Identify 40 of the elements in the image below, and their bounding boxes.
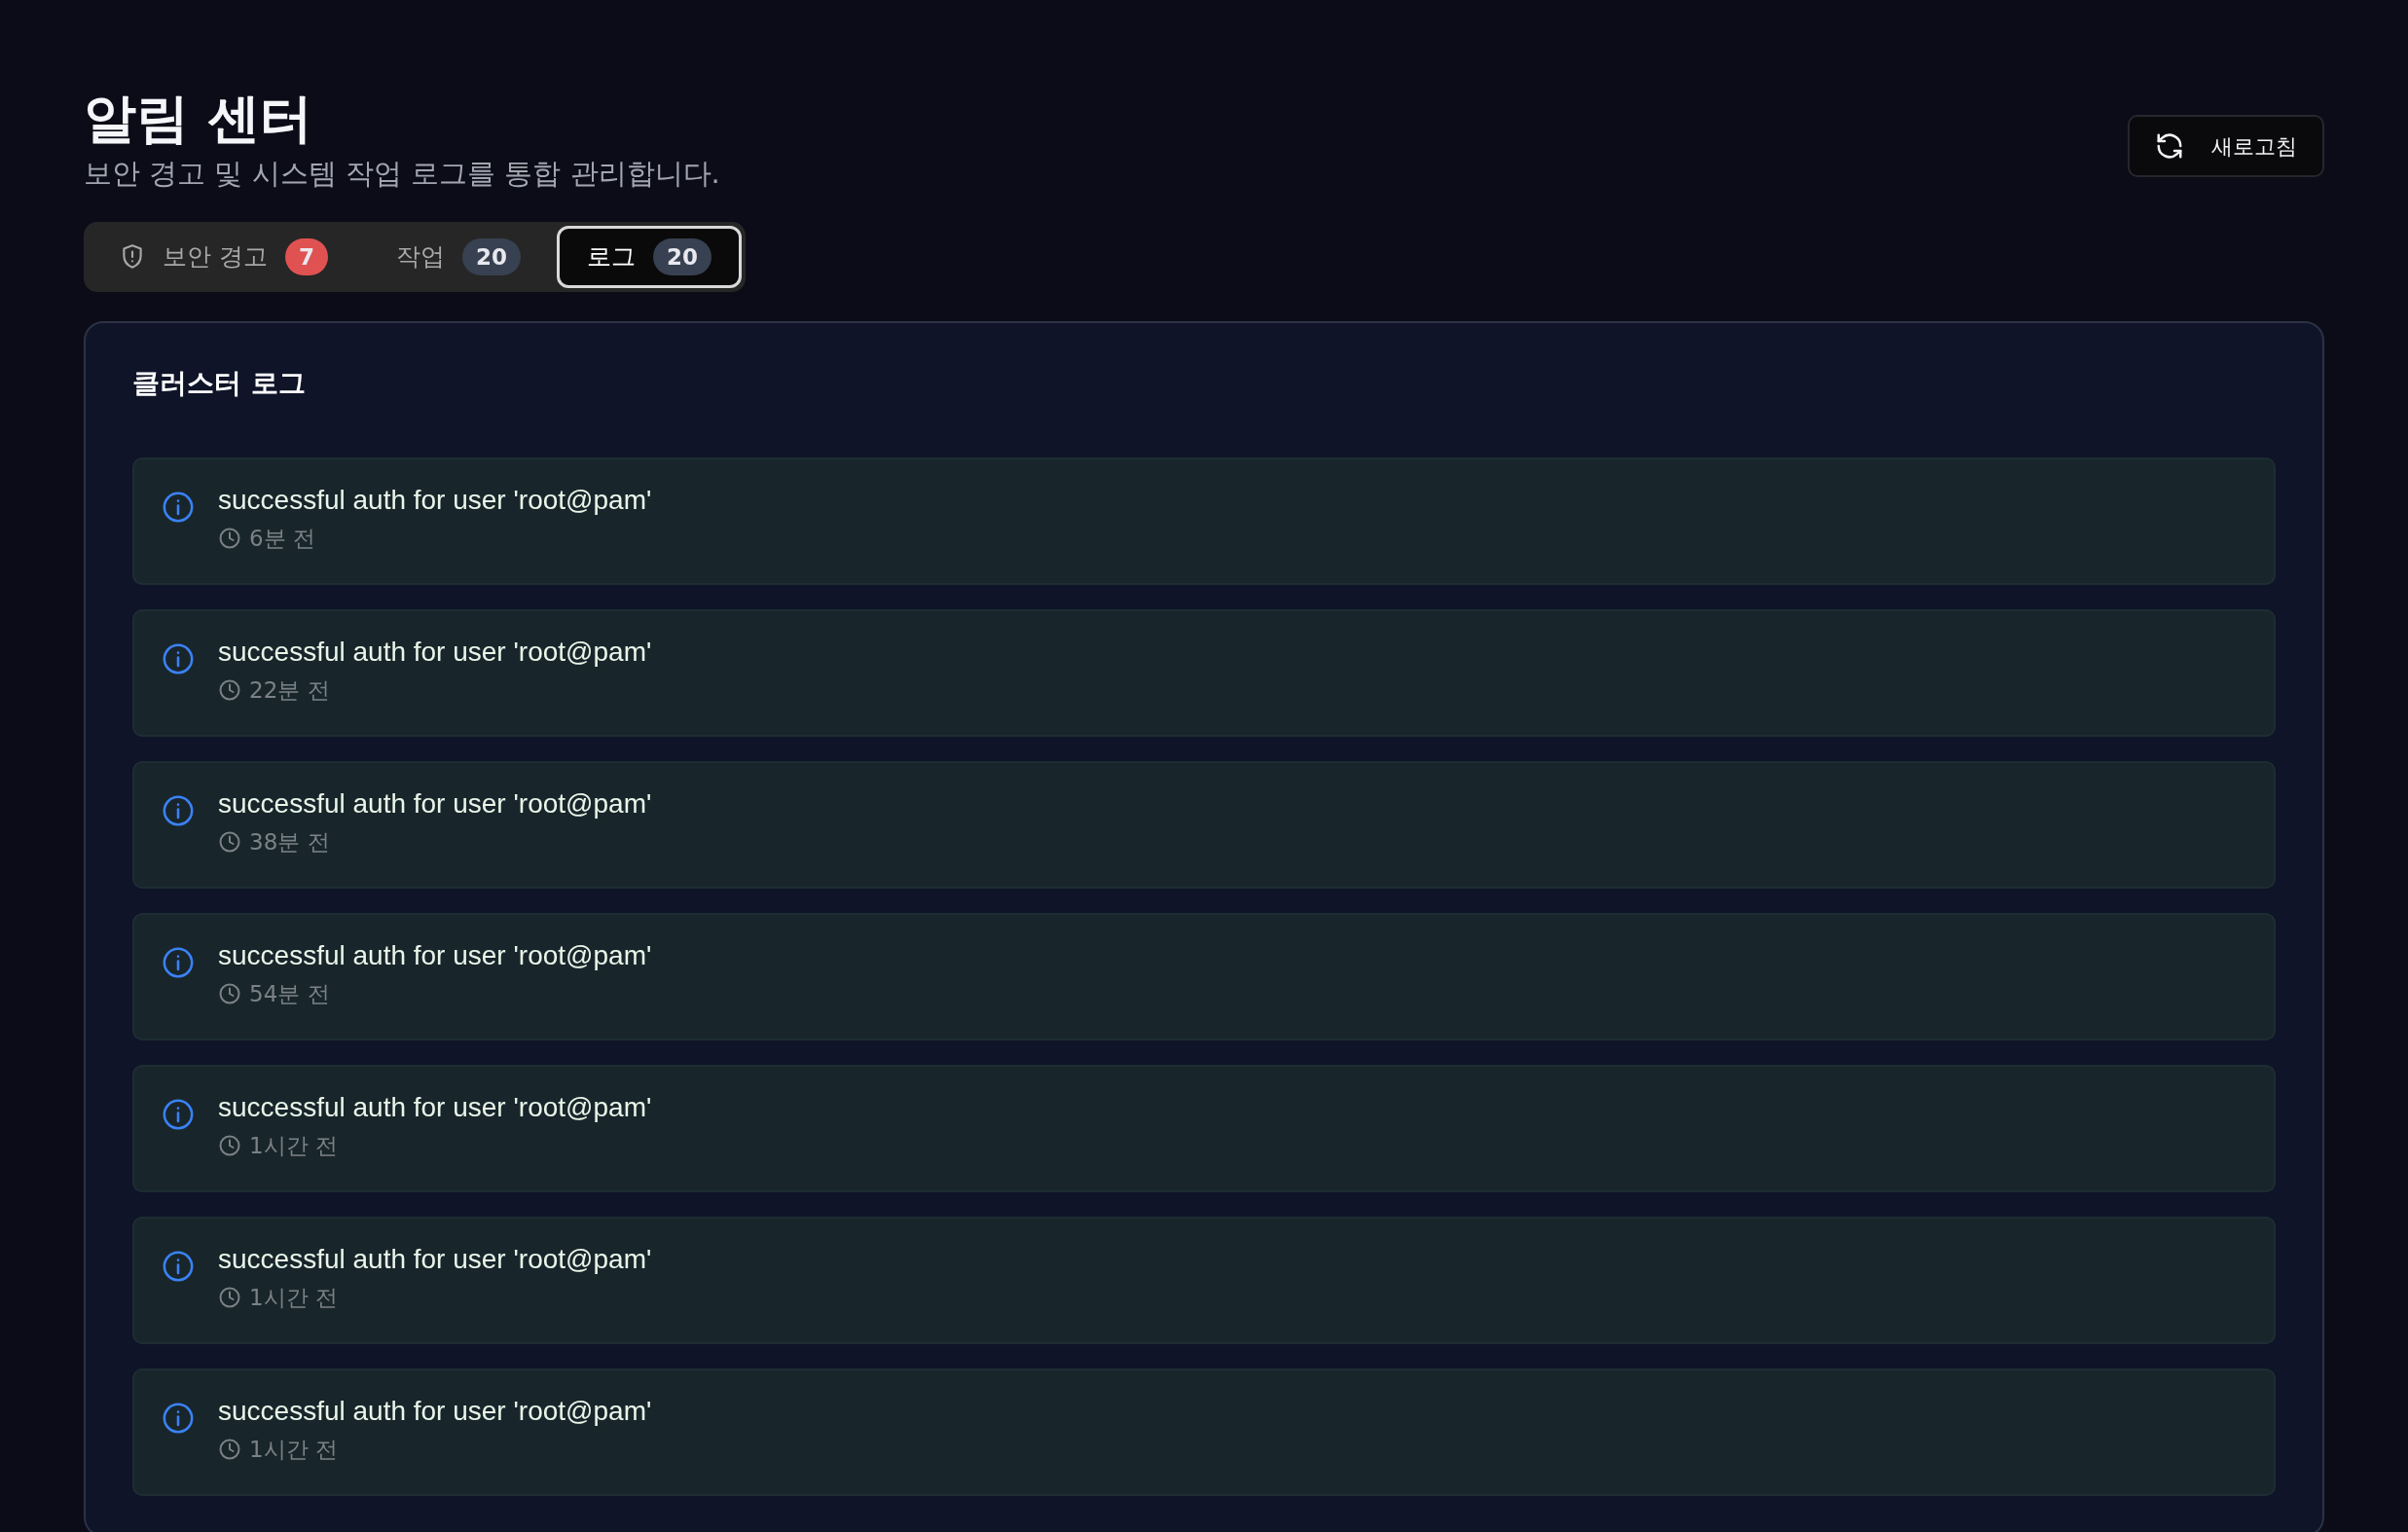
tab[interactable]: 보안 경고 7: [88, 226, 360, 288]
clock-icon: [218, 1438, 241, 1461]
info-icon: [162, 1402, 195, 1435]
info-icon: [162, 946, 195, 979]
refresh-button[interactable]: 새로고침: [2128, 115, 2324, 177]
count-badge: 20: [461, 238, 521, 275]
log-time: 22분 전: [249, 676, 330, 705]
shield-icon: [120, 243, 145, 271]
log-message: successful auth for user 'root@pam': [218, 484, 652, 517]
clock-icon: [218, 830, 241, 854]
log-time: 6분 전: [249, 525, 315, 553]
info-icon: [162, 642, 195, 675]
log-message: successful auth for user 'root@pam': [218, 1243, 652, 1276]
panel-title: 클러스터 로그: [132, 366, 306, 401]
page-title: 알림 센터: [84, 87, 312, 151]
info-icon: [162, 794, 195, 827]
log-message: successful auth for user 'root@pam': [218, 787, 652, 821]
refresh-icon: [2155, 131, 2184, 161]
log-message: successful auth for user 'root@pam': [218, 1395, 652, 1428]
clock-icon: [218, 678, 241, 702]
clock-icon: [218, 1286, 241, 1309]
log-time: 1시간 전: [249, 1284, 338, 1312]
log-time: 1시간 전: [249, 1436, 338, 1464]
clock-icon: [218, 1134, 241, 1157]
tab[interactable]: 작업 20: [363, 226, 553, 288]
count-badge: 7: [284, 238, 328, 275]
tab[interactable]: 로그 20: [557, 226, 742, 288]
clock-icon: [218, 982, 241, 1005]
log-time: 1시간 전: [249, 1132, 338, 1160]
clock-icon: [218, 527, 241, 550]
info-icon: [162, 1250, 195, 1283]
log-message: successful auth for user 'root@pam': [218, 939, 652, 972]
page-subtitle: 보안 경고 및 시스템 작업 로그를 통합 관리합니다.: [84, 156, 720, 192]
log-message: successful auth for user 'root@pam': [218, 636, 652, 669]
log-time: 38분 전: [249, 828, 330, 857]
log-message: successful auth for user 'root@pam': [218, 1091, 652, 1124]
info-icon: [162, 491, 195, 524]
info-icon: [162, 1098, 195, 1131]
count-badge: 20: [653, 238, 711, 275]
log-time: 54분 전: [249, 980, 330, 1008]
